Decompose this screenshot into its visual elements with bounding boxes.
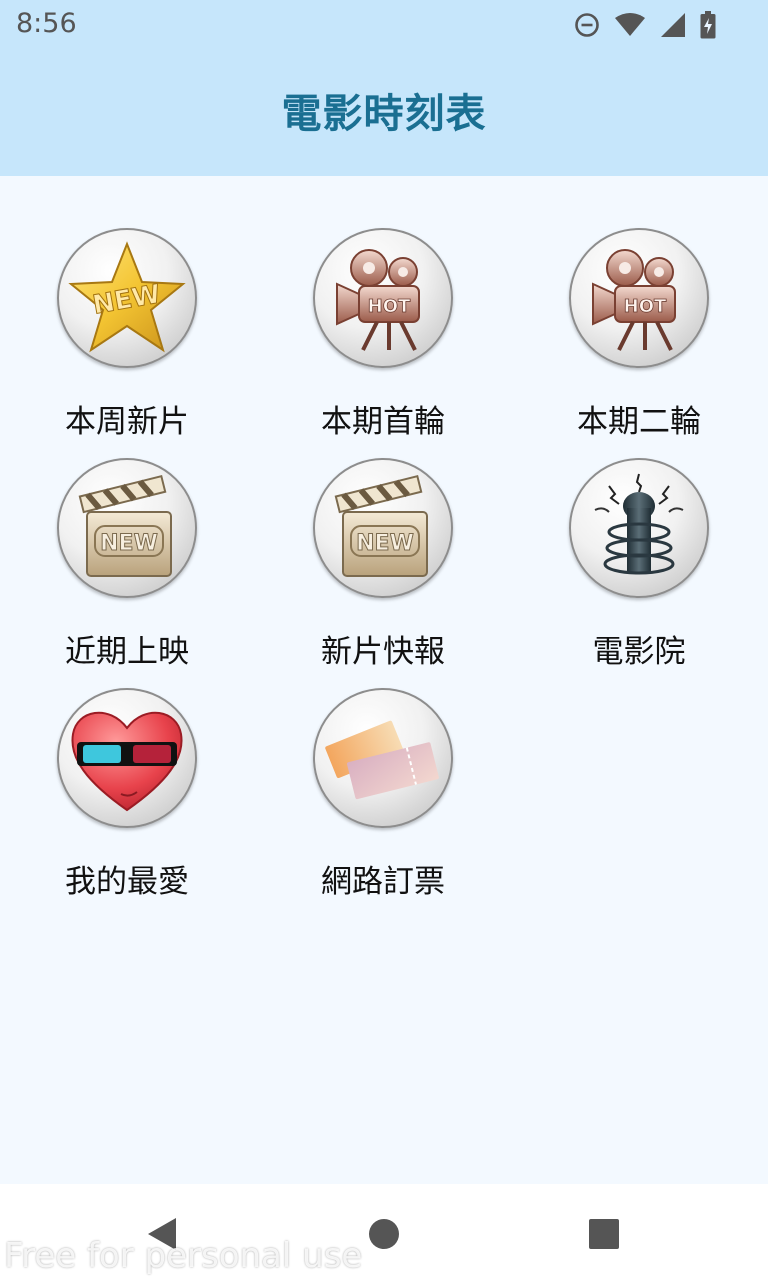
cinema-speaker-icon (569, 458, 709, 598)
menu-item-new-release-news[interactable]: NEW 新片快報 (273, 458, 493, 678)
menu-item-first-run[interactable]: HOT 本期首輪 (273, 228, 493, 448)
do-not-disturb-icon (575, 13, 599, 37)
menu-label: 本期二輪 (577, 404, 701, 440)
badge-hot-text: HOT (624, 296, 667, 317)
badge-new-text: NEW (356, 531, 414, 556)
menu-item-weekly-new[interactable]: NEW 本周新片 (17, 228, 237, 448)
menu-item-favorites[interactable]: 我的最愛 (17, 688, 237, 908)
menu-label: 本期首輪 (321, 404, 445, 440)
recents-icon[interactable] (584, 1214, 624, 1254)
new-clapperboard-icon: NEW (313, 458, 453, 598)
menu-item-coming-soon[interactable]: NEW 近期上映 (17, 458, 237, 678)
menu-item-cinemas[interactable]: 電影院 (529, 458, 749, 678)
status-time: 8:56 (16, 8, 77, 39)
menu-label: 我的最愛 (65, 864, 189, 900)
battery-charging-icon (700, 11, 716, 39)
badge-new-text: NEW (100, 531, 158, 556)
menu-label: 網路訂票 (321, 864, 445, 900)
menu-item-second-run[interactable]: HOT 本期二輪 (529, 228, 749, 448)
tickets-icon (313, 688, 453, 828)
home-icon[interactable] (364, 1214, 404, 1254)
app-bar: 電影時刻表 (0, 50, 768, 176)
menu-label: 近期上映 (65, 634, 189, 670)
hot-camera-icon: HOT (569, 228, 709, 368)
app-title: 電影時刻表 (281, 91, 487, 137)
menu-label: 本周新片 (65, 404, 189, 440)
wifi-icon (615, 13, 645, 36)
signal-icon (661, 13, 685, 37)
status-icons (574, 10, 716, 40)
menu-label: 電影院 (592, 634, 686, 670)
new-star-icon: NEW (57, 228, 197, 368)
badge-hot-text: HOT (368, 296, 411, 317)
watermark: Free for personal use (4, 1236, 363, 1276)
menu-grid: NEW 本周新片 HOT 本期首輪 HOT 本期二輪 NEW 近期上映 NEW … (0, 176, 768, 1184)
hot-camera-icon: HOT (313, 228, 453, 368)
menu-item-online-booking[interactable]: 網路訂票 (273, 688, 493, 908)
heart-3d-glasses-icon (57, 688, 197, 828)
new-clapperboard-icon: NEW (57, 458, 197, 598)
menu-label: 新片快報 (321, 634, 445, 670)
status-bar: 8:56 (0, 0, 768, 50)
